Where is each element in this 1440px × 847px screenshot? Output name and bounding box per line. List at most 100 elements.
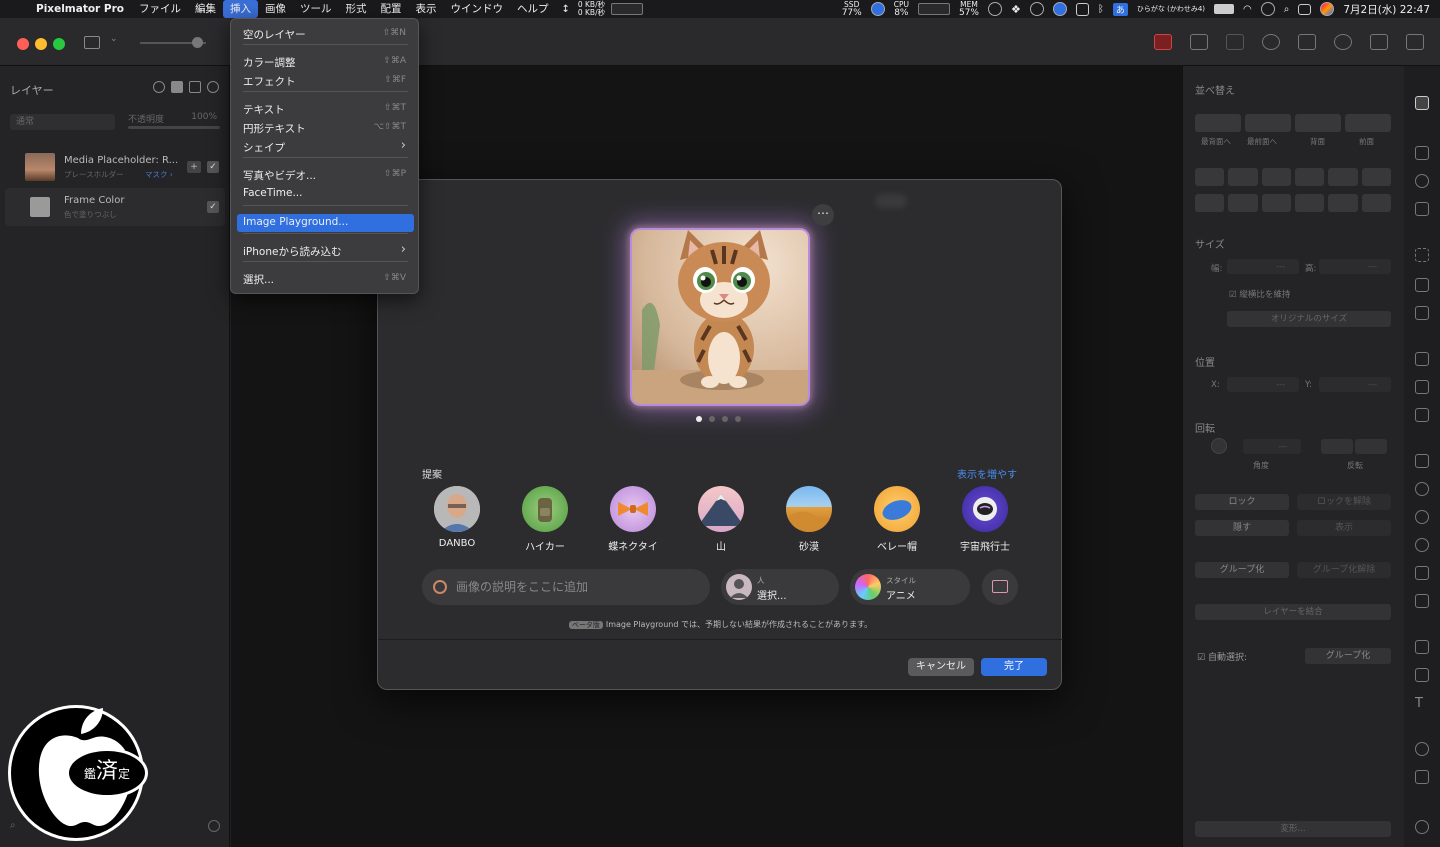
mem-stat[interactable]: MEM 57% xyxy=(959,1,979,18)
apple-menu-icon[interactable] xyxy=(0,0,28,18)
bring-to-front-button[interactable] xyxy=(1245,114,1291,132)
distribute-button[interactable] xyxy=(1195,194,1225,212)
more-options-button[interactable]: ⋯ xyxy=(812,204,834,226)
user-icon[interactable] xyxy=(1260,2,1275,16)
menu-item[interactable]: Image Playground... xyxy=(237,214,414,232)
more-icon[interactable] xyxy=(153,81,165,93)
menu-item[interactable]: 選択... ⇧⌘V xyxy=(237,270,414,288)
menu-item[interactable]: 空のレイヤー ⇧⌘N xyxy=(237,25,414,43)
menu-item[interactable]: iPhoneから読み込む › xyxy=(237,242,414,260)
menu-item[interactable]: 写真やビデオ... ⇧⌘P xyxy=(237,166,414,184)
menu-item[interactable]: FaceTime... xyxy=(237,185,414,203)
style-tool-icon[interactable] xyxy=(1415,146,1429,160)
align-button[interactable] xyxy=(1195,168,1225,186)
group-button[interactable]: グループ化 xyxy=(1195,562,1289,578)
siri-icon[interactable] xyxy=(1320,2,1335,16)
layers-stack-icon[interactable] xyxy=(189,81,201,93)
suggestion-astronaut[interactable]: 宇宙飛行士 xyxy=(950,486,1020,553)
ssd-stat[interactable]: SSD 77% xyxy=(842,1,862,18)
input-method-icon[interactable]: あ xyxy=(1112,2,1128,16)
blend-mode-select[interactable]: 通常 xyxy=(10,114,115,130)
magic-select-icon[interactable] xyxy=(1415,278,1429,292)
align-button[interactable] xyxy=(1261,168,1291,186)
distribute-button[interactable] xyxy=(1261,194,1291,212)
menu-item[interactable]: テキスト ⇧⌘T xyxy=(237,100,414,118)
height-field[interactable]: --- xyxy=(1319,259,1391,274)
sidebar-toggle-icon[interactable] xyxy=(84,36,100,49)
layer-row[interactable]: Frame Color 色で塗りつぶし ✓ xyxy=(5,188,225,226)
show-button[interactable]: 表示 xyxy=(1297,520,1391,536)
x-field[interactable]: --- xyxy=(1227,377,1299,392)
quick-select-icon[interactable] xyxy=(1415,306,1429,320)
width-field[interactable]: --- xyxy=(1227,259,1299,274)
crop-tool-icon[interactable] xyxy=(1415,770,1429,784)
sponge-icon[interactable] xyxy=(1415,510,1429,524)
clock[interactable]: 7月2日(水) 22:47 xyxy=(1343,2,1430,17)
style-picker-button[interactable]: スタイル アニメ xyxy=(850,569,970,605)
menu-tools[interactable]: ツール xyxy=(293,0,339,18)
menu-image[interactable]: 画像 xyxy=(258,0,293,18)
original-size-button[interactable]: オリジナルのサイズ xyxy=(1227,311,1391,327)
add-icon[interactable]: + xyxy=(187,161,201,173)
ungroup-button[interactable]: グループ化解除 xyxy=(1297,562,1391,578)
align-button[interactable] xyxy=(1294,168,1325,186)
menu-view[interactable]: 表示 xyxy=(408,0,443,18)
generated-image[interactable] xyxy=(630,228,810,406)
more-tools-icon[interactable] xyxy=(1415,820,1429,834)
show-more-link[interactable]: 表示を増やす xyxy=(957,466,1017,481)
close-window-icon[interactable] xyxy=(17,38,29,50)
grid-app-icon[interactable] xyxy=(1075,2,1089,16)
light-icon[interactable] xyxy=(1415,538,1429,552)
suggestion-beret[interactable]: ベレー帽 xyxy=(862,486,932,553)
burn-icon[interactable] xyxy=(1415,566,1429,580)
cpu-stat[interactable]: CPU 8% xyxy=(894,1,909,18)
menu-help[interactable]: ヘルプ xyxy=(510,0,556,18)
zoom-tool-icon[interactable] xyxy=(1415,742,1429,756)
send-to-back-button[interactable] xyxy=(1195,114,1241,132)
app-menu[interactable]: Pixelmator Pro xyxy=(28,0,132,18)
shapes-tool-icon[interactable] xyxy=(1415,668,1429,682)
paint-bucket-icon[interactable] xyxy=(1415,380,1429,394)
angle-field[interactable]: --- xyxy=(1243,439,1301,454)
network-stats[interactable]: 0 KB/秒 0 KB/秒 xyxy=(578,1,605,17)
done-button[interactable]: 完了 xyxy=(981,658,1047,676)
network-wifi-status-icon[interactable] xyxy=(1052,2,1067,16)
unlock-button[interactable]: ロックを解除 xyxy=(1297,494,1391,510)
keep-ratio-checkbox[interactable]: ☑ 縦横比を維持 xyxy=(1229,288,1290,300)
align-button[interactable] xyxy=(1361,168,1391,186)
paint-brush-icon[interactable] xyxy=(1415,352,1429,366)
control-center-icon[interactable] xyxy=(1298,3,1312,15)
suggestion-bowtie[interactable]: 蝶ネクタイ xyxy=(598,486,668,553)
eraser-icon[interactable] xyxy=(1415,408,1429,422)
crop-icon[interactable] xyxy=(1298,34,1316,50)
image-icon[interactable] xyxy=(1226,34,1244,50)
share-icon[interactable] xyxy=(1370,34,1388,50)
suggestion-hiker[interactable]: ハイカー xyxy=(510,486,580,553)
align-button[interactable] xyxy=(1328,168,1358,186)
send-backward-button[interactable] xyxy=(1295,114,1341,132)
lock-button[interactable]: ロック xyxy=(1195,494,1289,510)
menu-insert[interactable]: 挿入 xyxy=(222,0,258,18)
zoom-window-icon[interactable] xyxy=(53,38,65,50)
layer-row[interactable]: Media Placeholder: R... プレースホルダー マスク › +… xyxy=(5,148,225,186)
transform-button[interactable]: 変形... xyxy=(1195,821,1391,837)
menu-item[interactable]: 円形テキスト ⌥⇧⌘T xyxy=(237,119,414,137)
menu-item[interactable]: カラー調整 ⇧⌘A xyxy=(237,53,414,71)
menu-window[interactable]: ウインドウ xyxy=(443,0,510,18)
cancel-button[interactable]: キャンセル xyxy=(908,658,974,676)
mask-link[interactable]: マスク › xyxy=(145,169,173,180)
menu-item[interactable]: エフェクト ⇧⌘F xyxy=(237,72,414,90)
suggestion-desert[interactable]: 砂漠 xyxy=(774,486,844,553)
spotlight-search-icon[interactable]: ⌕ xyxy=(1284,4,1290,15)
auto-select-checkbox[interactable]: ☑ 自動選択: xyxy=(1197,650,1247,663)
add-layer-icon[interactable] xyxy=(207,81,219,93)
pen-tool-icon[interactable] xyxy=(1415,640,1429,654)
retouch-icon[interactable] xyxy=(1415,454,1429,468)
menu-file[interactable]: ファイル xyxy=(132,0,188,18)
page-dot[interactable] xyxy=(696,416,702,422)
distribute-button[interactable] xyxy=(1361,194,1391,212)
mask-icon[interactable] xyxy=(171,81,183,93)
menu-arrange[interactable]: 配置 xyxy=(373,0,408,18)
suggestion-mountain[interactable]: 山 xyxy=(686,486,756,553)
rotation-dial[interactable] xyxy=(1211,438,1227,454)
